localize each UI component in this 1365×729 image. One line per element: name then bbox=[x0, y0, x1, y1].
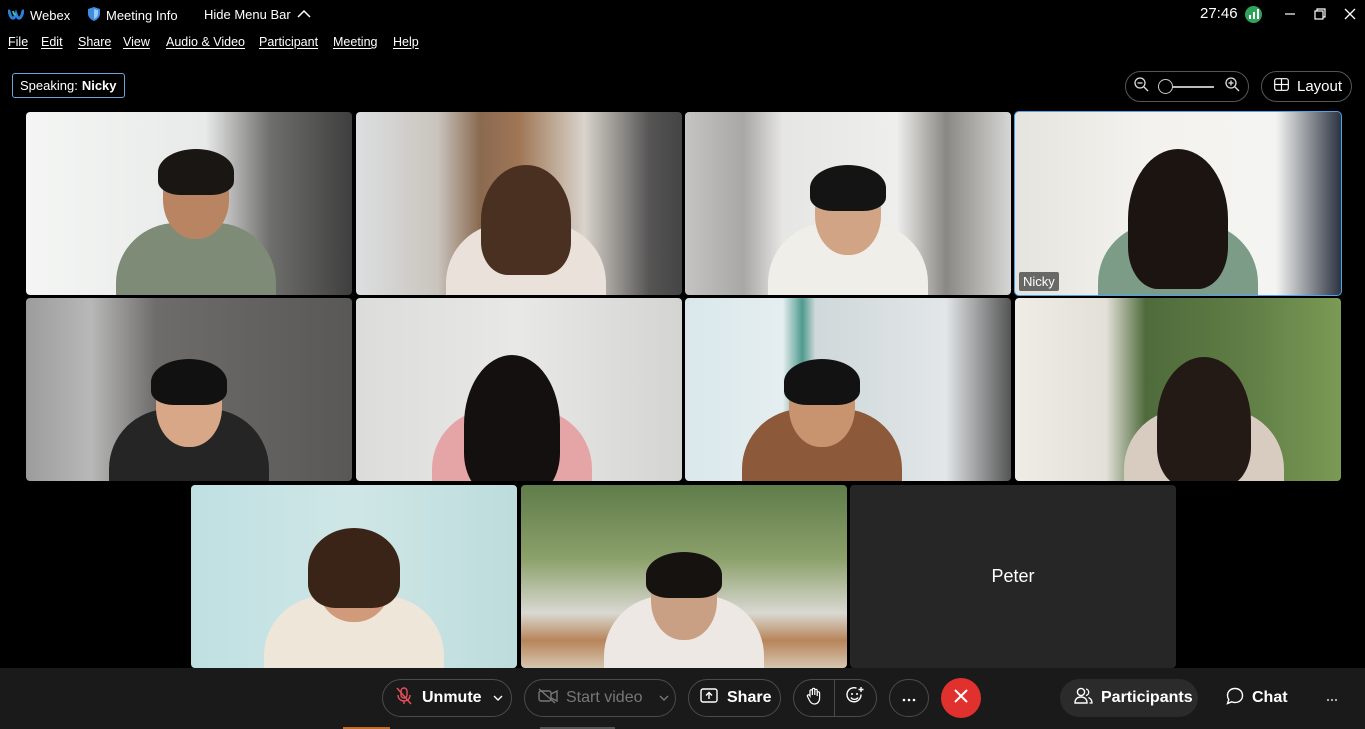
close-button[interactable] bbox=[1339, 4, 1361, 24]
webex-logo-icon bbox=[7, 7, 25, 23]
minimize-button[interactable] bbox=[1279, 4, 1301, 24]
menu-view[interactable]: View bbox=[123, 35, 150, 49]
unmute-button[interactable]: Unmute bbox=[383, 686, 487, 710]
start-video-button-group: Start video bbox=[524, 679, 676, 717]
chat-bubble-icon bbox=[1226, 687, 1244, 710]
meeting-info-button[interactable]: Meeting Info bbox=[88, 7, 178, 24]
participants-label: Participants bbox=[1101, 689, 1193, 706]
reactions-group bbox=[793, 679, 877, 717]
unmute-button-group: Unmute bbox=[382, 679, 512, 717]
hand-icon bbox=[806, 687, 822, 710]
menu-meeting[interactable]: Meeting bbox=[333, 35, 377, 49]
zoom-out-icon[interactable] bbox=[1134, 76, 1149, 97]
microphone-muted-icon bbox=[396, 686, 412, 710]
menu-file[interactable]: File bbox=[8, 35, 28, 49]
shield-icon bbox=[88, 7, 100, 24]
restore-button[interactable] bbox=[1309, 4, 1331, 24]
video-tile[interactable] bbox=[356, 298, 682, 481]
hide-menu-bar-button[interactable]: Hide Menu Bar bbox=[204, 7, 311, 22]
zoom-control bbox=[1125, 71, 1249, 102]
video-tile[interactable] bbox=[685, 112, 1011, 295]
emoji-add-icon bbox=[846, 686, 865, 710]
video-tile[interactable] bbox=[1015, 298, 1341, 481]
participants-button[interactable]: Participants bbox=[1060, 679, 1198, 717]
zoom-slider-handle[interactable] bbox=[1158, 79, 1173, 94]
share-label: Share bbox=[727, 689, 772, 706]
app-name: Webex bbox=[30, 7, 71, 23]
menu-help[interactable]: Help bbox=[393, 35, 419, 49]
menu-participant[interactable]: Participant bbox=[259, 35, 318, 49]
video-tile[interactable] bbox=[521, 485, 847, 668]
start-video-button[interactable]: Start video bbox=[525, 687, 653, 709]
participants-icon bbox=[1074, 687, 1093, 710]
video-tile-active[interactable]: Nicky bbox=[1014, 111, 1342, 296]
video-tile[interactable] bbox=[26, 112, 352, 295]
video-tile[interactable] bbox=[356, 112, 682, 295]
network-signal-icon[interactable] bbox=[1245, 6, 1262, 23]
menu-audio-video[interactable]: Audio & Video bbox=[166, 35, 245, 49]
speaking-indicator: Speaking: Nicky bbox=[12, 73, 125, 98]
unmute-label: Unmute bbox=[422, 689, 482, 706]
participant-name-label: Peter bbox=[991, 566, 1035, 586]
title-bar: Webex Meeting Info Hide Menu Bar 27:46 bbox=[0, 0, 1365, 30]
menu-share[interactable]: Share bbox=[78, 35, 111, 49]
speaking-label: Speaking: bbox=[20, 78, 78, 93]
meeting-timer: 27:46 bbox=[1200, 5, 1238, 22]
reactions-button[interactable] bbox=[835, 686, 877, 710]
raise-hand-button[interactable] bbox=[794, 687, 834, 710]
chevron-down-icon[interactable] bbox=[493, 689, 503, 707]
zoom-in-icon[interactable] bbox=[1225, 76, 1240, 97]
layout-label: Layout bbox=[1297, 78, 1343, 95]
more-options-button[interactable] bbox=[889, 679, 929, 717]
app-title: Webex bbox=[7, 7, 71, 23]
chat-label: Chat bbox=[1252, 689, 1288, 706]
more-horizontal-icon bbox=[902, 689, 916, 707]
more-panels-button[interactable] bbox=[1318, 679, 1346, 717]
chat-button[interactable]: Chat bbox=[1214, 679, 1300, 717]
meeting-info-label: Meeting Info bbox=[106, 8, 178, 23]
share-screen-icon bbox=[700, 687, 718, 709]
video-tile[interactable] bbox=[26, 298, 352, 481]
video-tile[interactable] bbox=[685, 298, 1011, 481]
more-horizontal-icon bbox=[1326, 689, 1338, 707]
share-button[interactable]: Share bbox=[688, 679, 781, 717]
video-tile[interactable] bbox=[191, 485, 517, 668]
video-off-icon bbox=[538, 687, 558, 709]
hide-menu-label: Hide Menu Bar bbox=[204, 7, 291, 22]
speaking-name: Nicky bbox=[81, 78, 117, 93]
participant-name-label: Nicky bbox=[1019, 272, 1059, 291]
start-video-label: Start video bbox=[566, 689, 643, 706]
grid-layout-icon bbox=[1274, 78, 1289, 95]
chevron-down-icon[interactable] bbox=[659, 689, 669, 707]
close-icon bbox=[954, 688, 968, 708]
layout-button[interactable]: Layout bbox=[1261, 71, 1352, 102]
video-tile-no-camera[interactable]: Peter bbox=[850, 485, 1176, 668]
leave-meeting-button[interactable] bbox=[941, 678, 981, 718]
chevron-up-icon bbox=[297, 7, 311, 22]
menu-edit[interactable]: Edit bbox=[41, 35, 63, 49]
